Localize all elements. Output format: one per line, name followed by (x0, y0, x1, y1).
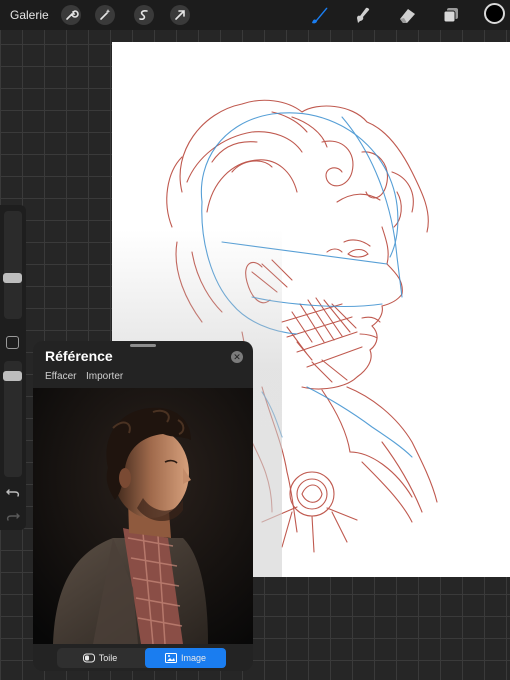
opacity-thumb[interactable] (3, 371, 22, 381)
canvas-toggle-icon (82, 653, 95, 663)
undo-icon[interactable] (5, 484, 21, 500)
side-toolbar (0, 205, 26, 530)
redo-icon[interactable] (5, 508, 21, 524)
clear-button[interactable]: Effacer (45, 371, 77, 382)
brush-size-thumb[interactable] (3, 273, 22, 283)
tab-canvas[interactable]: Toile (57, 648, 143, 668)
opacity-slider[interactable] (3, 361, 22, 477)
top-toolbar: Galerie (0, 0, 510, 30)
selection-icon[interactable] (133, 4, 155, 26)
close-icon[interactable]: ✕ (231, 351, 243, 363)
reference-panel: Référence ✕ Effacer Importer Toile Image (33, 341, 253, 671)
smudge-icon[interactable] (352, 4, 374, 26)
import-button[interactable]: Importer (86, 371, 123, 382)
brush-size-slider[interactable] (3, 211, 22, 319)
eraser-icon[interactable] (396, 4, 418, 26)
image-icon (164, 653, 177, 663)
tab-canvas-label: Toile (98, 653, 118, 663)
brush-icon[interactable] (308, 4, 330, 26)
tab-image[interactable]: Image (145, 648, 226, 668)
wrench-icon[interactable] (60, 4, 82, 26)
reference-image (33, 388, 253, 644)
gallery-button[interactable]: Galerie (10, 8, 49, 22)
transform-arrow-icon[interactable] (169, 4, 191, 26)
modify-square-icon[interactable] (6, 336, 19, 349)
magic-wand-icon[interactable] (94, 4, 116, 26)
layers-icon[interactable] (440, 4, 462, 26)
reference-title: Référence (45, 348, 113, 364)
tab-image-label: Image (180, 653, 206, 663)
panel-drag-handle[interactable] (130, 344, 156, 347)
reference-mode-toggle: Toile Image (57, 648, 226, 668)
color-swatch-button[interactable] (484, 3, 505, 24)
